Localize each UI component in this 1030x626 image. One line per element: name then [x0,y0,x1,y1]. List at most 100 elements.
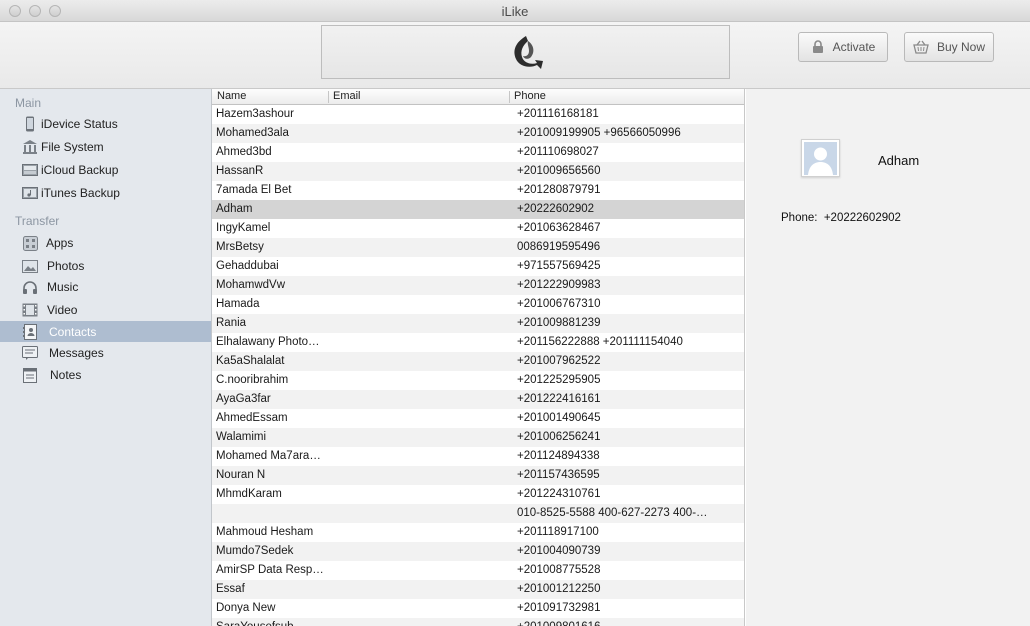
sidebar-item-label: Video [47,302,78,317]
contact-name-cell: AyaGa3far [216,393,271,405]
sidebar-item-messages[interactable]: Messages [0,342,211,363]
contact-phone-cell: +201116168181 [517,108,599,120]
sidebar-item-contacts[interactable]: Contacts [0,321,211,342]
table-row[interactable]: Mohamed3ala +201009199905 +96566050996 [212,124,744,143]
contact-name-cell: Hamada [216,298,260,310]
app-window: iLike Activate Buy Now Main iDevice Stat… [0,0,1030,626]
section-header-transfer: Transfer [15,214,60,228]
table-row[interactable]: HassanR +201009656560 [212,162,744,181]
table-row[interactable]: Walamimi +201006256241 [212,428,744,447]
contact-phone-cell: +201004090739 [517,545,601,557]
contact-name-cell: Ahmed3bd [216,146,272,158]
contact-name-cell: Mohamed3ala [216,127,289,139]
table-row[interactable]: Hamada +201006767310 [212,295,744,314]
table-row[interactable]: Essaf +201001212250 [212,580,744,599]
contact-name: Adham [878,153,920,168]
table-row[interactable]: MrsBetsy 0086919595496 [212,238,744,257]
table-row[interactable]: Hazem3ashour +201116168181 [212,105,744,124]
contact-phone-cell: +201091732981 [517,602,601,614]
table-row[interactable]: AyaGa3far +201222416161 [212,390,744,409]
contact-name-cell: Mohamed Ma7ara… [216,450,321,462]
contact-phone-cell: +201157436595 [517,469,600,481]
contact-phone-cell: +201156222888 +201111154040 [517,336,683,348]
table-row[interactable]: Mumdo7Sedek +201004090739 [212,542,744,561]
bank-icon [22,139,38,155]
table-row[interactable]: Nouran N +201157436595 [212,466,744,485]
table-row[interactable]: Ahmed3bd +201110698027 [212,143,744,162]
window-title: iLike [501,4,529,19]
table-row[interactable]: Mahmoud Hesham +201118917100 [212,523,744,542]
activate-button[interactable]: Activate [798,32,888,62]
app-logo-icon [513,36,543,69]
contact-phone-cell: +201063628467 [517,222,601,234]
contact-name-cell: Hazem3ashour [216,108,294,120]
table-row[interactable]: C.nooribrahim +201225295905 [212,371,744,390]
contact-name-cell: AmirSP Data Resp… [216,564,324,576]
table-row[interactable]: Donya New +201091732981 [212,599,744,618]
messages-icon [22,345,38,361]
table-row[interactable]: Gehaddubai +971557569425 [212,257,744,276]
contact-phone-cell: +201118917100 [517,526,599,538]
contact-phone-cell: 010-8525-5588 400-627-2273 400-… [517,507,708,519]
phone-icon [22,116,38,132]
sidebar-item-label: Messages [49,345,104,360]
sidebar-item-notes[interactable]: Notes [0,364,211,385]
phone-value[interactable]: +20222602902 [824,212,901,224]
sidebar-item-idevice-status[interactable]: iDevice Status [0,113,211,134]
sidebar-item-apps[interactable]: Apps [0,232,211,253]
contact-phone-cell: +201222416161 [517,393,601,405]
avatar [801,139,840,177]
contact-phone-cell: +201007962522 [517,355,601,367]
contact-name-cell: MhmdKaram [216,488,282,500]
sidebar-item-itunes-backup[interactable]: iTunes Backup [0,182,211,203]
table-row[interactable]: 010-8525-5588 400-627-2273 400-… [212,504,744,523]
app-logo-panel [321,25,730,79]
photos-icon [22,258,38,274]
contact-name-cell: Gehaddubai [216,260,279,272]
table-header: Name Email Phone [212,89,744,105]
table-row[interactable]: MhmdKaram +201224310761 [212,485,744,504]
contact-phone-cell: +201001212250 [517,583,601,595]
contact-phone-cell: +971557569425 [517,260,601,272]
contacts-table[interactable]: Name Email Phone Hazem3ashour +2011161681… [212,89,745,626]
table-row[interactable]: Rania +201009881239 [212,314,744,333]
contact-name-cell: HassanR [216,165,264,177]
buy-now-button[interactable]: Buy Now [904,32,994,62]
column-divider[interactable] [509,91,510,103]
contact-name-cell: Essaf [216,583,245,595]
contact-phone-cell: +20222602902 [517,203,595,215]
phone-label: Phone: [781,212,818,224]
sidebar-item-photos[interactable]: Photos [0,255,211,276]
table-row[interactable]: 7amada El Bet +201280879791 [212,181,744,200]
sidebar-item-icloud-backup[interactable]: iCloud Backup [0,159,211,180]
sidebar-item-label: iCloud Backup [41,162,119,177]
column-header-name[interactable]: Name [217,90,246,102]
sidebar-item-music[interactable]: Music [0,276,211,297]
table-row[interactable]: MohamwdVw +201222909983 [212,276,744,295]
column-divider[interactable] [328,91,329,103]
contact-name-cell: AhmedEssam [216,412,288,424]
contact-name-cell: Walamimi [216,431,267,443]
table-row[interactable]: Ka5aShalalat +201007962522 [212,352,744,371]
contact-name-cell: C.nooribrahim [216,374,289,386]
sidebar-item-video[interactable]: Video [0,299,211,320]
table-row[interactable]: AmirSP Data Resp… +201008775528 [212,561,744,580]
contact-name-cell: MrsBetsy [216,241,264,253]
table-row[interactable]: Mohamed Ma7ara… +201124894338 [212,447,744,466]
contact-phone-cell: +201008775528 [517,564,601,576]
table-row[interactable]: Elhalawany Photo… +201156222888 +20111115… [212,333,744,352]
sidebar-item-label: File System [41,139,104,154]
table-row[interactable]: SaraYousefsub +201009801616 [212,618,744,626]
buy-now-label: Buy Now [936,40,986,54]
column-header-email[interactable]: Email [333,90,361,102]
contact-phone-cell: +201222909983 [517,279,601,291]
backup-icon [22,162,38,178]
table-row[interactable]: IngyKamel +201063628467 [212,219,744,238]
contact-name-cell: IngyKamel [216,222,271,234]
contact-name-cell: Adham [216,203,253,215]
contact-phone-cell: +201009801616 [517,621,739,626]
table-row[interactable]: Adham +20222602902 [212,200,744,219]
sidebar-item-file-system[interactable]: File System [0,136,211,157]
table-row[interactable]: AhmedEssam +201001490645 [212,409,744,428]
column-header-phone[interactable]: Phone [514,90,546,102]
